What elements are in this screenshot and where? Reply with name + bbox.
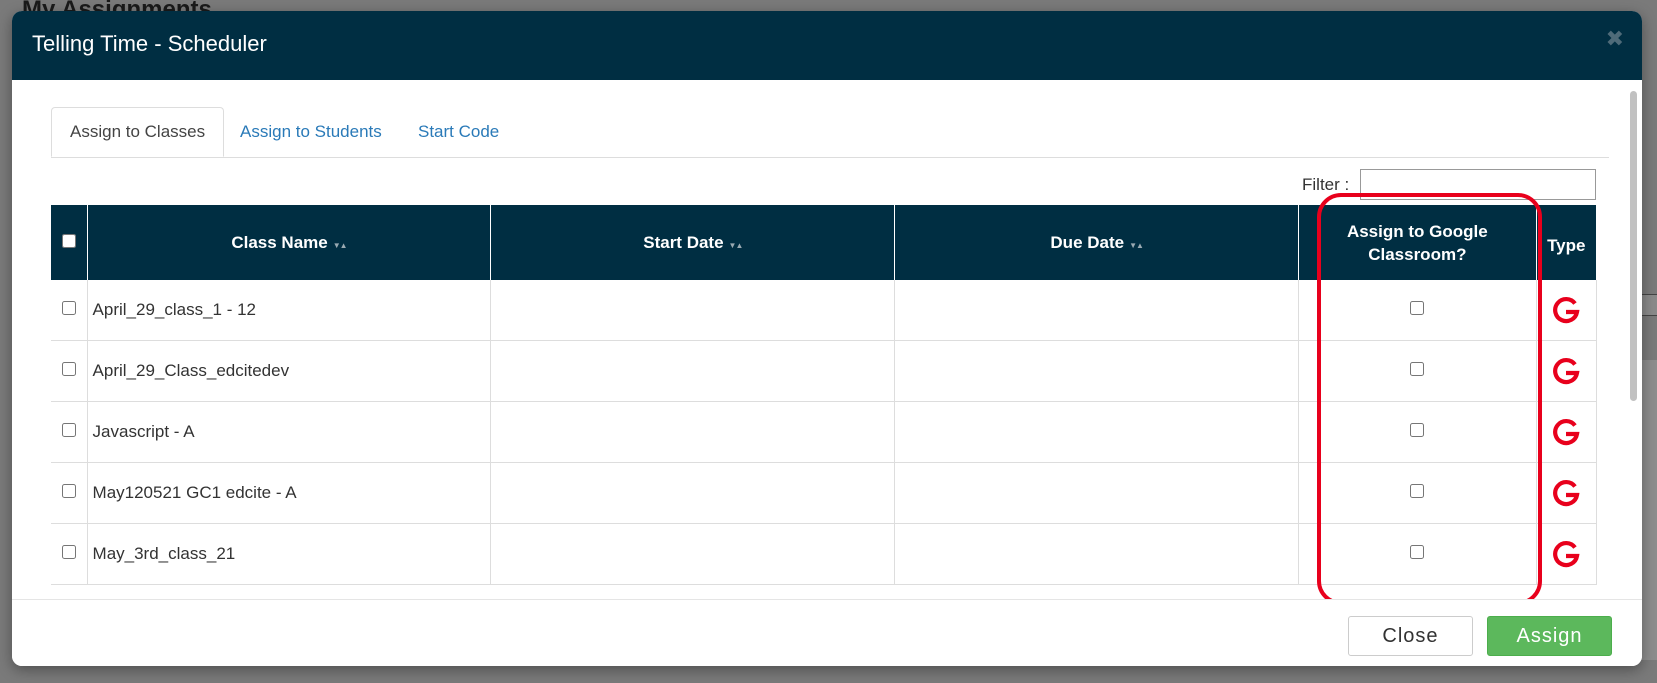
classes-table: Class Name ▼▲ Start Date ▼▲ Due Date ▼▲ Ass… [51, 205, 1598, 585]
google-classroom-checkbox[interactable] [1410, 423, 1425, 437]
row-select-cell [51, 401, 88, 463]
row-select-checkbox[interactable] [61, 484, 76, 498]
assign-button[interactable]: Assign [1487, 616, 1612, 656]
google-g-icon [1553, 357, 1580, 385]
table-row[interactable]: April_29_Class_edcitedev [51, 340, 1598, 402]
google-classroom-cell [1298, 401, 1537, 463]
start-date-cell[interactable] [490, 280, 896, 341]
type-cell [1536, 401, 1598, 463]
google-classroom-cell [1298, 340, 1537, 402]
select-all-cell [51, 205, 88, 280]
scheduler-modal: Telling Time - Scheduler ✖ Assign to Cla… [12, 11, 1642, 666]
table-row[interactable]: May120521 GC1 edcite - A [51, 462, 1598, 524]
row-select-checkbox[interactable] [61, 423, 76, 437]
column-header-type: Type [1536, 205, 1598, 280]
google-g-icon [1553, 479, 1580, 507]
table-viewport: Class Name ▼▲ Start Date ▼▲ Due Date ▼▲ Ass… [12, 11, 1642, 589]
google-g-icon [1553, 418, 1580, 446]
sort-icon[interactable]: ▼▲ [1129, 241, 1144, 250]
row-select-checkbox[interactable] [61, 301, 76, 315]
class-name-cell: May120521 GC1 edcite - A [87, 462, 492, 524]
google-classroom-checkbox[interactable] [1410, 301, 1425, 315]
row-select-checkbox[interactable] [61, 545, 76, 559]
google-classroom-cell [1298, 523, 1537, 585]
due-date-cell[interactable] [894, 462, 1300, 524]
column-header-class-name[interactable]: Class Name ▼▲ [87, 205, 492, 280]
sort-icon[interactable]: ▼▲ [729, 241, 744, 250]
table-row[interactable]: May_3rd_class_21 [51, 523, 1598, 585]
sort-icon[interactable]: ▼▲ [333, 241, 348, 250]
due-date-cell[interactable] [894, 340, 1300, 402]
due-date-header-label: Due Date [1050, 232, 1125, 252]
column-header-due-date[interactable]: Due Date ▼▲ [894, 205, 1300, 280]
google-g-icon [1553, 540, 1580, 568]
table-row[interactable]: Javascript - A [51, 401, 1598, 463]
modal-footer: Close Assign [12, 599, 1642, 666]
class-name-cell: May_3rd_class_21 [87, 523, 492, 585]
start-date-header-label: Start Date [643, 232, 724, 252]
table-row[interactable]: April_29_class_1 - 12 [51, 280, 1598, 341]
google-classroom-cell [1298, 462, 1537, 524]
due-date-cell[interactable] [894, 523, 1300, 585]
close-button[interactable]: Close [1348, 616, 1473, 656]
google-header-label: Assign to Google Classroom? [1346, 221, 1488, 264]
google-classroom-checkbox[interactable] [1410, 484, 1425, 498]
due-date-cell[interactable] [894, 280, 1300, 341]
class-name-cell: April_29_Class_edcitedev [87, 340, 492, 402]
column-header-start-date[interactable]: Start Date ▼▲ [490, 205, 896, 280]
class-name-header-label: Class Name [231, 232, 328, 252]
google-classroom-cell [1298, 280, 1537, 341]
row-select-cell [51, 462, 88, 524]
row-select-checkbox[interactable] [61, 362, 76, 376]
row-select-cell [51, 280, 88, 341]
google-g-icon [1553, 296, 1580, 324]
row-select-cell [51, 340, 88, 402]
type-cell [1536, 462, 1598, 524]
row-select-cell [51, 523, 88, 585]
class-name-cell: Javascript - A [87, 401, 492, 463]
due-date-cell[interactable] [894, 401, 1300, 463]
start-date-cell[interactable] [490, 401, 896, 463]
column-header-google-classroom: Assign to Google Classroom? [1298, 205, 1537, 280]
class-name-cell: April_29_class_1 - 12 [87, 280, 492, 341]
google-classroom-checkbox[interactable] [1410, 545, 1425, 559]
table-header-row: Class Name ▼▲ Start Date ▼▲ Due Date ▼▲ Ass… [51, 205, 1598, 280]
type-cell [1536, 340, 1598, 402]
select-all-checkbox[interactable] [61, 233, 76, 248]
start-date-cell[interactable] [490, 340, 896, 402]
start-date-cell[interactable] [490, 523, 896, 585]
start-date-cell[interactable] [490, 462, 896, 524]
type-cell [1536, 280, 1598, 341]
google-classroom-checkbox[interactable] [1410, 362, 1425, 376]
type-header-label: Type [1547, 235, 1586, 255]
type-cell [1536, 523, 1598, 585]
